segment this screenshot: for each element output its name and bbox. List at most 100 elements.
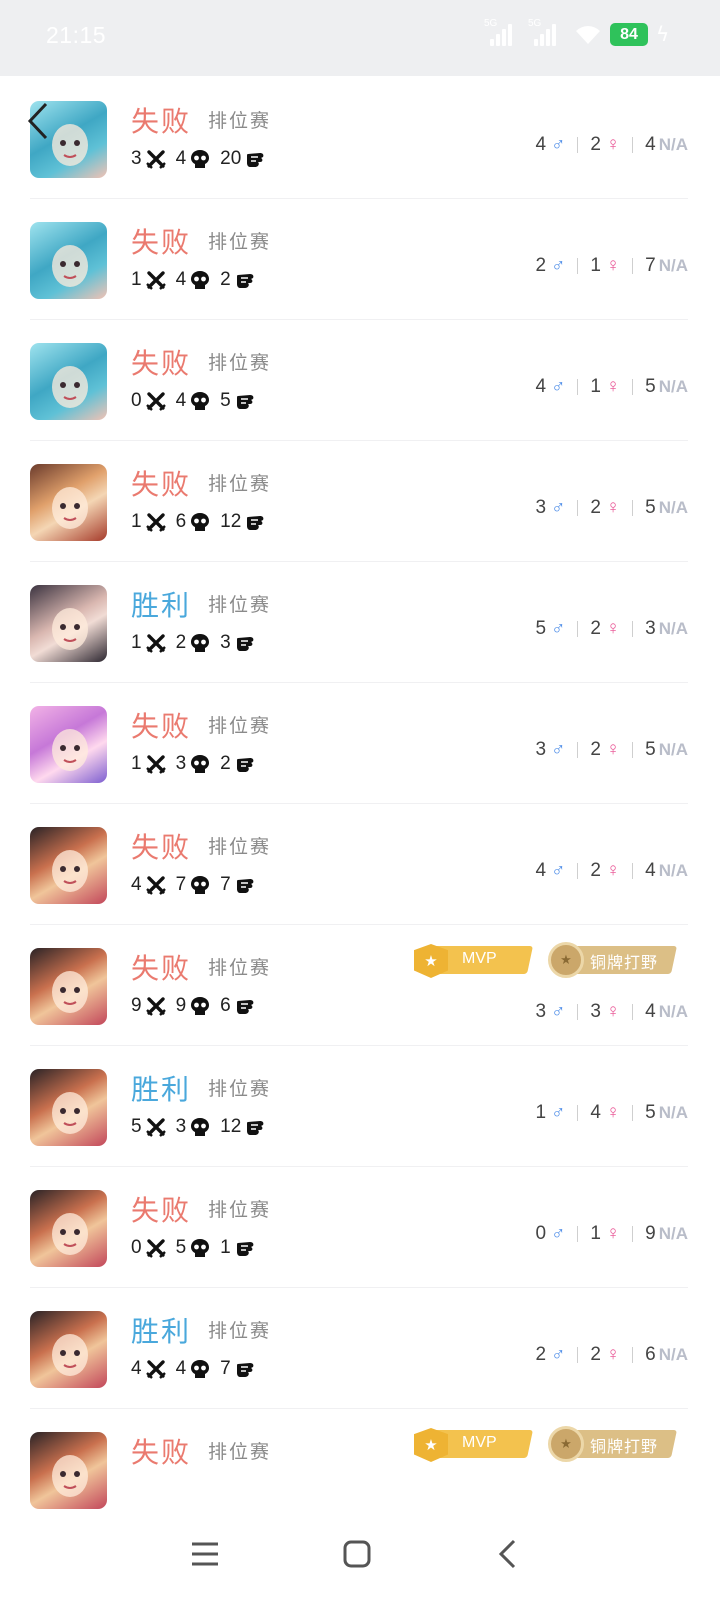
jungle-badge[interactable]: ★ 铜牌打野 [548,942,677,978]
charging-icon: ϟ [656,22,670,46]
deaths-count: 4 [175,390,187,411]
assists-count: 7 [220,1358,231,1379]
match-history-list[interactable]: 失败 排位赛 3 4 20 4 ♂ 2 ♀ 4 N/A 失败 排位赛 1 4 2 2 ♂ 1 ♀ 7 N/A 失败 排位赛 0 4… [0,76,720,1511]
match-row[interactable]: 失败 排位赛 1 6 12 3 ♂ 2 ♀ 5 N/A [0,439,720,562]
divider [632,1226,634,1242]
divider [577,1004,579,1020]
match-row[interactable]: 胜利 排位赛 5 3 12 1 ♂ 4 ♀ 5 N/A [0,1044,720,1167]
team-gender-stats: 4 ♂ 2 ♀ 4 N/A [535,859,688,883]
match-row[interactable]: 胜利 排位赛 4 4 7 2 ♂ 2 ♀ 6 N/A [0,1286,720,1409]
female-count: 2 [590,739,601,760]
menu-icon[interactable] [175,1529,235,1579]
kills-count: 0 [131,390,142,411]
divider [632,1105,634,1121]
match-mode: 排位赛 [208,957,272,979]
assists-count: 5 [220,390,231,411]
fist-icon [236,637,254,651]
jungle-badge[interactable]: ★ 铜牌打野 [548,1426,677,1462]
hero-avatar [30,1311,107,1388]
divider [632,137,634,153]
match-result: 胜利 [131,1073,192,1106]
match-mode: 排位赛 [208,110,272,132]
na-label: N/A [658,498,688,517]
divider [632,500,634,516]
back-arrow-icon[interactable] [24,100,54,142]
divider [577,1105,579,1121]
kills-icon [145,997,166,1016]
female-icon: ♀ [605,497,621,518]
match-mode: 排位赛 [208,715,272,737]
female-icon: ♀ [605,1344,621,1365]
kills-icon [145,513,166,532]
female-icon: ♀ [605,860,621,881]
female-count: 2 [590,1344,601,1365]
match-row[interactable]: 失败 排位赛 4 7 7 4 ♂ 2 ♀ 4 N/A [0,802,720,925]
match-row[interactable]: 失败 排位赛 0 4 5 4 ♂ 1 ♀ 5 N/A [0,318,720,441]
team-gender-stats: 3 ♂ 2 ♀ 5 N/A [535,738,688,762]
assists-count: 2 [220,269,231,290]
skull-icon [191,513,210,531]
match-row[interactable]: 失败 排位赛 ★ MVP ★ 铜牌打野 [0,1407,720,1511]
home-icon[interactable] [327,1529,387,1579]
match-row[interactable]: 失败 排位赛 1 3 2 3 ♂ 2 ♀ 5 N/A [0,681,720,804]
match-mode: 排位赛 [208,836,272,858]
skull-icon [191,392,210,410]
fist-icon [236,395,254,409]
skull-icon [191,1118,210,1136]
male-count: 5 [535,618,547,639]
female-icon: ♀ [605,255,621,276]
fist-icon [236,1242,254,1256]
skull-icon [191,634,210,652]
na-count: 7 [645,255,656,276]
male-icon: ♂ [551,860,566,881]
divider [577,137,579,153]
kda-line: 0 5 1 [131,1237,265,1259]
kills-count: 1 [131,269,142,290]
match-row[interactable]: 失败 排位赛 0 5 1 0 ♂ 1 ♀ 9 N/A [0,1165,720,1288]
hero-avatar [30,585,107,662]
match-row[interactable]: 失败 排位赛 9 9 6 3 ♂ 3 ♀ 4 N/A ★ MVP ★ 铜牌打野 [0,923,720,1046]
assists-count: 1 [220,1237,231,1258]
team-gender-stats: 3 ♂ 2 ♀ 5 N/A [535,496,688,520]
mvp-badge[interactable]: ★ MVP [414,1428,533,1462]
female-icon: ♀ [605,739,621,760]
back-icon[interactable] [478,1529,538,1579]
kills-icon [145,634,166,653]
male-count: 3 [535,739,547,760]
match-badges: ★ MVP ★ 铜牌打野 [414,942,677,978]
male-icon: ♂ [551,739,566,760]
hero-avatar [30,827,107,904]
kills-count: 1 [131,632,142,653]
female-count: 4 [590,1102,601,1123]
match-result: 失败 [131,105,192,138]
team-gender-stats: 3 ♂ 3 ♀ 4 N/A [535,1000,688,1024]
divider [577,742,579,758]
kda-line: 1 3 2 [131,753,265,775]
match-row[interactable]: 胜利 排位赛 1 2 3 5 ♂ 2 ♀ 3 N/A [0,560,720,683]
male-count: 3 [535,497,547,518]
divider [632,1347,634,1363]
na-label: N/A [658,377,688,396]
match-result: 失败 [131,468,192,501]
divider [632,258,634,274]
divider [577,863,579,879]
male-count: 3 [535,1001,547,1022]
female-count: 1 [590,376,601,397]
male-icon: ♂ [551,618,566,639]
na-label: N/A [658,619,688,638]
fist-icon [236,758,254,772]
deaths-count: 4 [175,148,187,169]
skull-icon [191,150,210,168]
kills-icon [145,1118,166,1137]
na-label: N/A [658,1002,688,1021]
female-count: 3 [590,1001,601,1022]
fist-icon [236,1363,254,1377]
match-row[interactable]: 失败 排位赛 3 4 20 4 ♂ 2 ♀ 4 N/A [0,76,720,199]
mvp-badge[interactable]: ★ MVP [414,944,533,978]
skull-icon [191,755,210,773]
assists-count: 7 [220,874,231,895]
na-label: N/A [658,1224,688,1243]
divider [577,258,579,274]
match-row[interactable]: 失败 排位赛 1 4 2 2 ♂ 1 ♀ 7 N/A [0,197,720,320]
match-result: 胜利 [131,589,192,622]
